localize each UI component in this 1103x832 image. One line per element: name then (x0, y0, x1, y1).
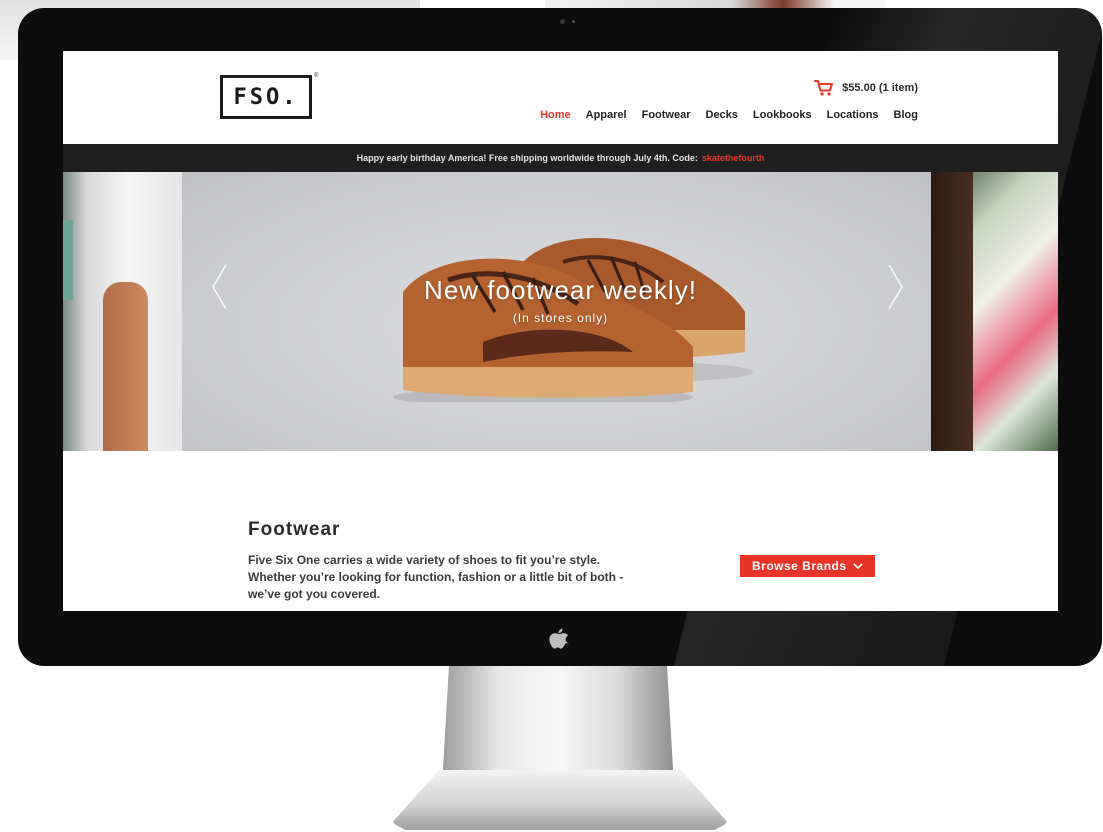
browse-brands-button[interactable]: Browse Brands (740, 555, 875, 577)
camera-icon (560, 19, 565, 24)
nav-item-footwear[interactable]: Footwear (642, 109, 691, 121)
cart-link[interactable]: $55.00 (1 item) (814, 79, 918, 97)
cart-summary: $55.00 (1 item) (842, 82, 918, 94)
main-nav: Home Apparel Footwear Decks Lookbooks Lo… (540, 109, 918, 121)
promo-bar: Happy early birthday America! Free shipp… (63, 144, 1058, 172)
nav-item-home[interactable]: Home (540, 109, 571, 121)
footwear-section: Footwear Five Six One carries a wide var… (63, 451, 1058, 611)
camera-indicator (572, 20, 575, 23)
site-header: FSO. ® $55.00 (1 item) Home Apparel Foot… (63, 51, 1058, 144)
promo-code: skatethefourth (701, 153, 765, 163)
nav-item-locations[interactable]: Locations (827, 109, 879, 121)
browse-brands-label: Browse Brands (752, 559, 847, 573)
promo-text: Happy early birthday America! Free shipp… (356, 153, 698, 163)
site-logo[interactable]: FSO. (220, 75, 312, 119)
apple-logo-icon (549, 628, 569, 649)
scene: E. FSO. ® $55.00 (1 item) (0, 0, 1103, 832)
nav-item-apparel[interactable]: Apparel (586, 109, 627, 121)
logo-text: FSO. (233, 84, 299, 110)
monitor-stand-neck (442, 666, 674, 786)
nav-item-decks[interactable]: Decks (706, 109, 738, 121)
hero-slide-prev-arm (103, 282, 148, 451)
nav-item-blog[interactable]: Blog (894, 109, 918, 121)
screen: FSO. ® $55.00 (1 item) Home Apparel Foot… (63, 51, 1058, 611)
section-description: Five Six One carries a wide variety of s… (248, 553, 624, 601)
nav-item-lookbooks[interactable]: Lookbooks (753, 109, 812, 121)
section-title: Footwear (248, 519, 341, 540)
logo-registered-mark: ® (314, 73, 319, 79)
chevron-down-icon (852, 562, 863, 569)
shopping-cart-icon (814, 80, 834, 96)
monitor-stand-base (392, 770, 728, 830)
hero-subtitle: (In stores only) (512, 311, 609, 325)
hero-title: New footwear weekly! (424, 275, 697, 305)
hero-carousel: New footwear weekly! (In stores only) (63, 172, 1058, 451)
